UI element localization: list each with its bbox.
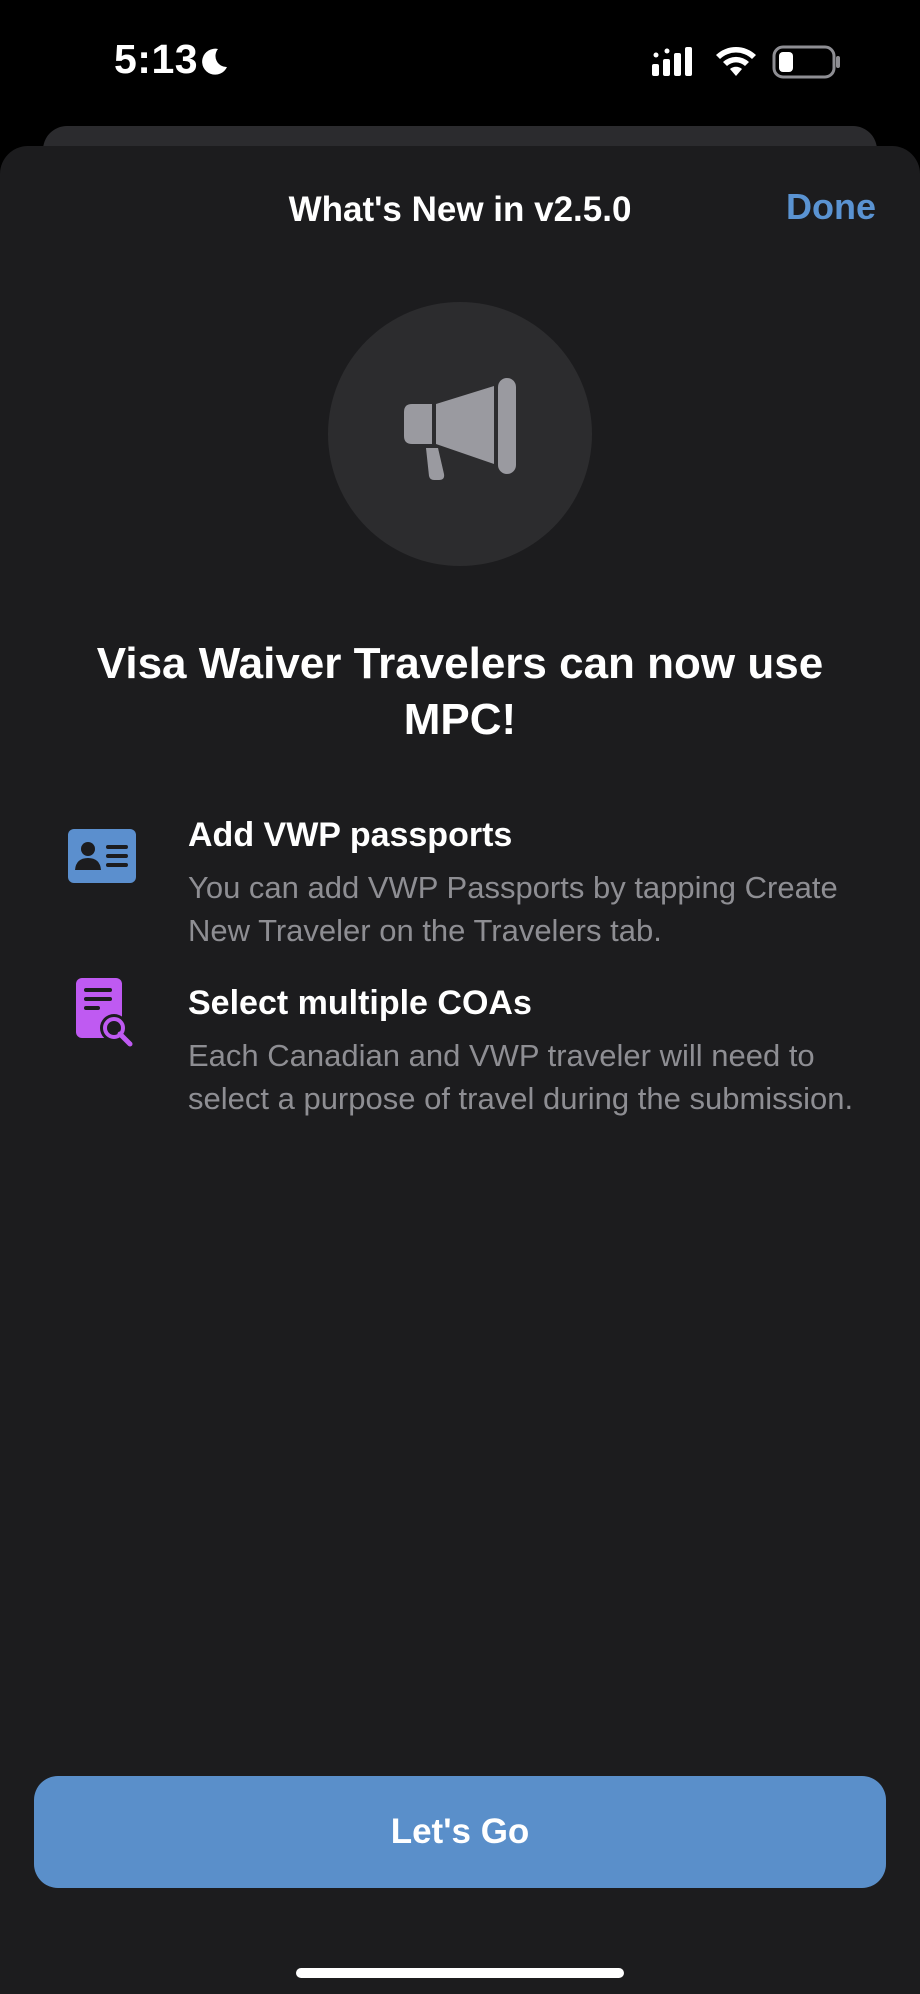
hero-badge <box>328 302 592 566</box>
wifi-icon <box>716 47 756 76</box>
lets-go-button[interactable]: Let's Go <box>34 1776 886 1888</box>
sheet-title: What's New in v2.5.0 <box>288 190 632 229</box>
status-bar: 5:13 <box>0 0 920 125</box>
signal-icon <box>652 47 692 76</box>
moon-icon <box>202 48 227 75</box>
headline: Visa Waiver Travelers can now use MPC! <box>96 639 824 744</box>
battery-icon <box>772 45 840 79</box>
done-button[interactable]: Done <box>786 186 876 228</box>
feature-description: Each Canadian and VWP traveler will need… <box>188 1038 854 1116</box>
megaphone-icon <box>404 378 516 480</box>
feature-title: Add VWP passports <box>188 816 513 854</box>
screen: 5:13 What's New in v2.5.0 Done Visa Waiv… <box>0 0 920 1994</box>
whats-new-sheet: What's New in v2.5.0 Done Visa Waiver Tr… <box>0 146 920 1994</box>
feature-title: Select multiple COAs <box>188 984 532 1022</box>
home-indicator[interactable] <box>296 1968 624 1978</box>
feature-description: You can add VWP Passports by tapping Cre… <box>188 870 838 948</box>
status-time: 5:13 <box>114 36 199 82</box>
id-card-icon <box>68 829 136 883</box>
document-search-icon <box>76 978 133 1047</box>
